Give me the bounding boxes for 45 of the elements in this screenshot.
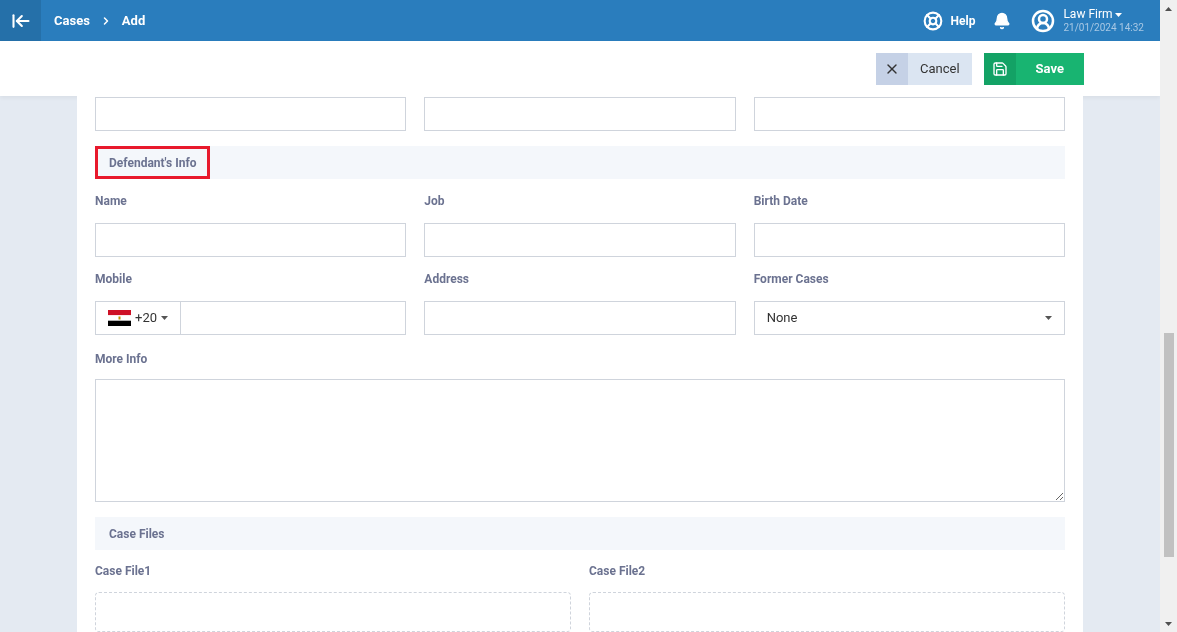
- field-label: More Info: [95, 351, 149, 368]
- scroll-up-arrow-icon: [1165, 7, 1172, 11]
- field-label: Name: [95, 193, 128, 210]
- scroll-down-arrow-icon: [1165, 622, 1172, 626]
- notification-bell-icon[interactable]: [993, 11, 1012, 30]
- save-button[interactable]: Save: [983, 52, 1084, 85]
- field-label: Case File2: [589, 563, 647, 580]
- caret-icon: [161, 316, 168, 320]
- section-title: Case Files: [108, 525, 166, 543]
- scrollbar-thumb[interactable]: [1163, 333, 1174, 557]
- file-drop-zone[interactable]: [589, 592, 1065, 632]
- field-label: Address: [424, 271, 470, 288]
- text-field[interactable]: [95, 223, 407, 257]
- user-avatar-icon: [1031, 8, 1056, 33]
- section-title: Defendant's Info: [95, 146, 211, 179]
- datetime: 21/01/2024 14:32: [1063, 21, 1144, 35]
- country-code-select[interactable]: +20: [95, 301, 181, 335]
- text-field[interactable]: [95, 97, 407, 131]
- flag-icon: [108, 310, 131, 326]
- help-icon: [922, 10, 943, 31]
- caret-icon: [1114, 12, 1122, 17]
- help-button[interactable]: Help: [922, 10, 976, 31]
- text-field[interactable]: [753, 97, 1065, 131]
- cancel-button[interactable]: Cancel: [876, 52, 972, 85]
- more-info-textarea[interactable]: [95, 379, 1065, 502]
- field-label: Former Cases: [753, 271, 830, 288]
- save-icon: [991, 60, 1008, 77]
- field-label: Birth Date: [753, 193, 809, 210]
- breadcrumb-link[interactable]: Cases: [54, 10, 90, 31]
- scrollbar[interactable]: [1160, 0, 1177, 632]
- user-menu[interactable]: Law Firm 21/01/2024 14:32: [1031, 6, 1144, 35]
- text-field[interactable]: [424, 97, 736, 131]
- field-label: Mobile: [95, 271, 133, 288]
- user-name: Law Firm: [1063, 6, 1144, 22]
- breadcrumb-link[interactable]: Add: [121, 10, 146, 31]
- text-field[interactable]: [424, 223, 736, 257]
- back-button[interactable]: [0, 0, 41, 41]
- select-field[interactable]: None: [753, 301, 1065, 335]
- text-field[interactable]: [424, 301, 736, 335]
- field-label: Case File1: [95, 563, 153, 580]
- phone-field[interactable]: [181, 301, 407, 335]
- file-drop-zone[interactable]: [95, 592, 571, 632]
- field-label: Job: [424, 193, 446, 210]
- text-field[interactable]: [753, 223, 1065, 257]
- caret-icon: [1045, 316, 1052, 320]
